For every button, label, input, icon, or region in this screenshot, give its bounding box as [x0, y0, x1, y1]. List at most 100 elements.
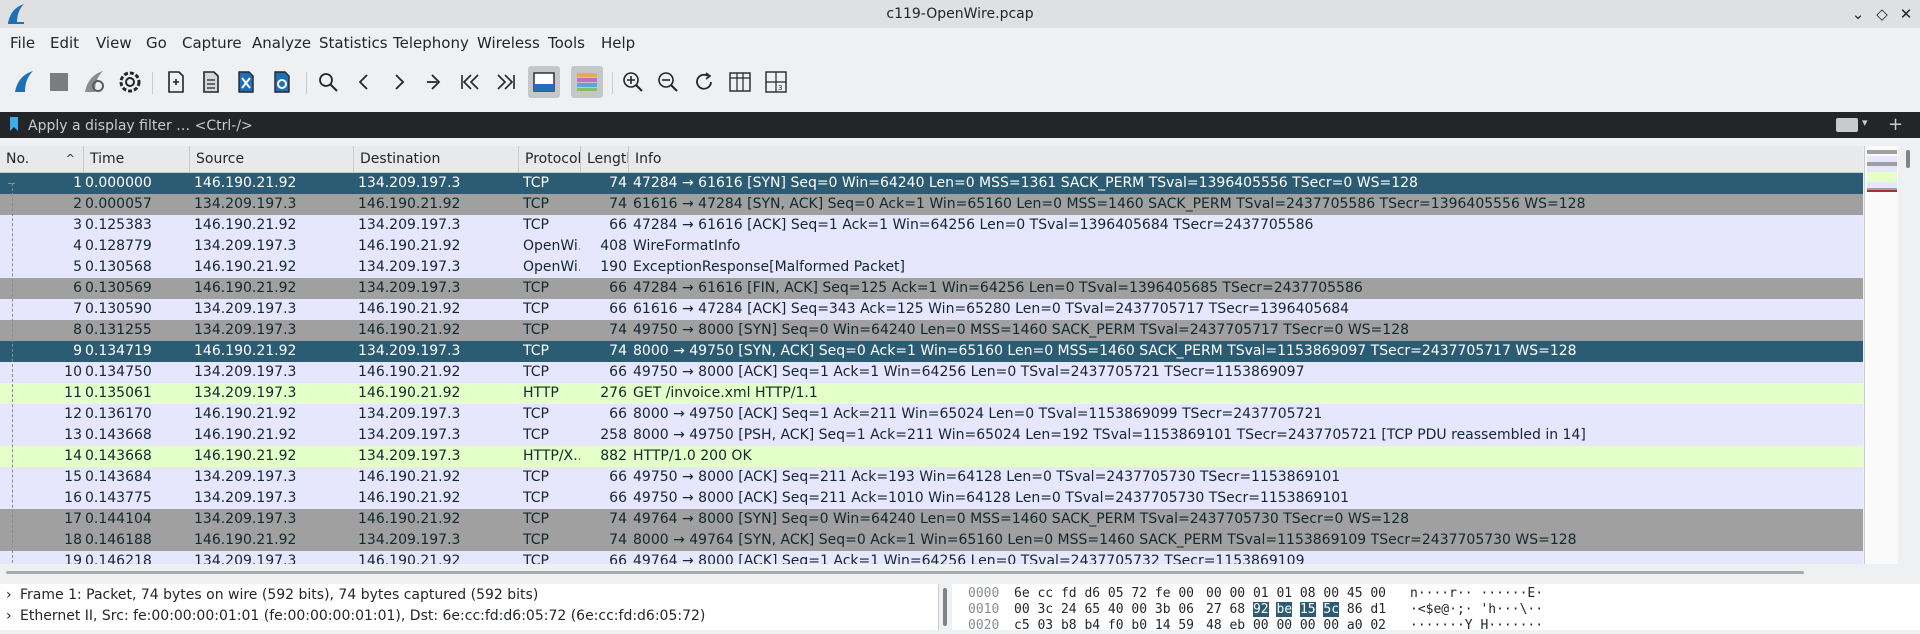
menu-go[interactable]: Go — [146, 34, 167, 52]
packet-cell-len: 66 — [609, 406, 627, 422]
packet-row[interactable]: 12 0.136170 146.190.21.92 134.209.197.3 TCP 6… — [0, 404, 1863, 425]
packet-cell-time: 0.128779 — [85, 238, 152, 254]
packet-cell-proto: OpenWi… — [523, 238, 580, 254]
column-source[interactable]: Source — [190, 146, 354, 172]
packet-list-vertical-scrollbar[interactable] — [1898, 146, 1920, 564]
bytes-row[interactable]: 0000 6e cc fd d6 05 72 fe 00 00 00 01 01 0… — [952, 586, 1912, 602]
details-vertical-scrollbar[interactable] — [939, 584, 951, 630]
menu-telephony[interactable]: Telephony — [393, 34, 469, 52]
packet-row[interactable]: 3 0.125383 146.190.21.92 134.209.197.3 TCP 66… — [0, 215, 1863, 236]
packet-cell-dst: 146.190.21.92 — [358, 511, 461, 527]
packet-cell-time: 0.143668 — [85, 448, 152, 464]
menu-statistics[interactable]: Statistics — [319, 34, 388, 52]
resize-columns-icon[interactable] — [724, 66, 756, 98]
packet-row[interactable]: 9 0.134719 146.190.21.92 134.209.197.3 TCP 74… — [0, 341, 1863, 362]
menu-analyze[interactable]: Analyze — [252, 34, 311, 52]
display-filter-bar: ▾ + — [0, 112, 1920, 138]
filter-history-chevron-down-icon[interactable]: ▾ — [1862, 116, 1868, 129]
packet-list-horizontal-scrollbar[interactable] — [0, 564, 1863, 578]
packet-cell-no: 11 — [64, 385, 82, 401]
detail-ethernet[interactable]: › Ethernet II, Src: fe:00:00:00:01:01 (fe… — [6, 608, 705, 628]
display-filter-input[interactable] — [26, 114, 1820, 138]
menu-capture[interactable]: Capture — [182, 34, 242, 52]
packet-cell-no: 9 — [73, 343, 82, 359]
packet-cell-src: 146.190.21.92 — [194, 343, 297, 359]
packet-row[interactable]: 16 0.143775 134.209.197.3 146.190.21.92 TCP 6… — [0, 488, 1863, 509]
close-file-icon[interactable] — [230, 66, 262, 98]
menu-view[interactable]: View — [96, 34, 132, 52]
column-time[interactable]: Time — [84, 146, 190, 172]
detail-frame[interactable]: › Frame 1: Packet, 74 bytes on wire (592 … — [6, 587, 538, 607]
first-packet-icon[interactable] — [454, 66, 486, 98]
packet-cell-no: 19 — [64, 553, 82, 564]
column-info[interactable]: Info — [629, 146, 1863, 172]
add-filter-button-plus-icon[interactable]: + — [1888, 114, 1903, 135]
menu-edit[interactable]: Edit — [50, 34, 79, 52]
packet-cell-len: 190 — [600, 259, 627, 275]
packet-row[interactable]: 15 0.143684 134.209.197.3 146.190.21.92 TCP 6… — [0, 467, 1863, 488]
menu-help[interactable]: Help — [601, 34, 635, 52]
packet-cell-proto: TCP — [523, 217, 549, 233]
bytes-hex-right: 48 eb 00 00 00 00 a0 02 — [1206, 618, 1387, 633]
column-length[interactable]: Lengtl — [581, 146, 629, 172]
autoscroll-icon[interactable] — [528, 66, 560, 98]
colorize-icon[interactable] — [571, 66, 603, 98]
go-forward-icon[interactable] — [383, 66, 415, 98]
packet-cell-proto: TCP — [523, 406, 549, 422]
packet-row[interactable]: 2 0.000057 134.209.197.3 146.190.21.92 TCP 74… — [0, 194, 1863, 215]
menu-bar: File Edit View Go Capture Analyze Statis… — [0, 28, 1920, 58]
packet-row[interactable]: 5 0.130568 146.190.21.92 134.209.197.3 OpenW… — [0, 257, 1863, 278]
bytes-row[interactable]: 0020 c5 03 b8 b4 f0 b0 14 59 48 eb 00 00 0… — [952, 618, 1912, 634]
packet-row[interactable]: 18 0.146188 146.190.21.92 134.209.197.3 TCP 7… — [0, 530, 1863, 551]
packet-cell-proto: HTTP/X… — [523, 448, 580, 464]
packet-row[interactable]: 4 0.128779 134.209.197.3 146.190.21.92 OpenW… — [0, 236, 1863, 257]
save-file-icon[interactable] — [195, 66, 227, 98]
packet-row[interactable]: 14 0.143668 146.190.21.92 134.209.197.3 HTTP… — [0, 446, 1863, 467]
zoom-in-icon[interactable] — [617, 66, 649, 98]
packet-row[interactable]: 10 0.134750 134.209.197.3 146.190.21.92 TCP 6… — [0, 362, 1863, 383]
menu-file[interactable]: File — [10, 34, 35, 52]
layout-panes-icon[interactable]: 3 — [760, 66, 792, 98]
last-packet-icon[interactable] — [490, 66, 522, 98]
normal-size-icon[interactable] — [688, 66, 720, 98]
packet-row[interactable]: 6 0.130569 146.190.21.92 134.209.197.3 TCP 66… — [0, 278, 1863, 299]
find-packet-icon[interactable] — [312, 66, 344, 98]
bytes-hex-left: 00 3c 24 65 40 00 3b 06 — [1014, 602, 1195, 617]
packet-row[interactable]: 7 0.130590 134.209.197.3 146.190.21.92 TCP 66… — [0, 299, 1863, 320]
start-capture-icon[interactable] — [8, 66, 40, 98]
menu-wireless[interactable]: Wireless — [477, 34, 540, 52]
packet-row[interactable]: 17 0.144104 134.209.197.3 146.190.21.92 TCP 7… — [0, 509, 1863, 530]
close-icon[interactable]: ✕ — [1896, 4, 1916, 24]
minimize-icon[interactable]: ⌄ — [1848, 4, 1868, 24]
restart-capture-icon[interactable] — [78, 66, 110, 98]
packet-row[interactable]: 8 0.131255 134.209.197.3 146.190.21.92 TCP 74… — [0, 320, 1863, 341]
packet-row[interactable]: 1 0.000000 146.190.21.92 134.209.197.3 TCP 74… — [0, 173, 1863, 194]
go-to-packet-icon[interactable] — [418, 66, 450, 98]
packet-cell-time: 0.125383 — [85, 217, 152, 233]
packet-minimap[interactable] — [1864, 146, 1899, 564]
bytes-row[interactable]: 0010 00 3c 24 65 40 00 3b 06 27 68 92 be 1… — [952, 602, 1912, 618]
menu-tools[interactable]: Tools — [548, 34, 585, 52]
packet-cell-proto: TCP — [523, 343, 549, 359]
packet-row[interactable]: 13 0.143668 146.190.21.92 134.209.197.3 TCP 2… — [0, 425, 1863, 446]
packet-row[interactable]: 19 0.146218 134.209.197.3 146.190.21.92 TCP 6… — [0, 551, 1863, 564]
maximize-icon[interactable]: ◇ — [1872, 4, 1892, 24]
capture-options-gear-icon[interactable] — [114, 66, 146, 98]
go-back-icon[interactable] — [348, 66, 380, 98]
column-no[interactable]: No. ^ — [0, 146, 84, 172]
column-protocol[interactable]: Protocol — [519, 146, 581, 172]
apply-filter-arrow-icon[interactable] — [1836, 118, 1858, 132]
chevron-right-icon[interactable]: › — [6, 587, 20, 603]
packet-cell-dst: 146.190.21.92 — [358, 364, 461, 380]
reload-file-icon[interactable] — [266, 66, 298, 98]
packet-cell-time: 0.134750 — [85, 364, 152, 380]
bookmark-icon[interactable] — [10, 117, 18, 131]
packet-cell-dst: 134.209.197.3 — [358, 406, 461, 422]
packet-cell-no: 10 — [64, 364, 82, 380]
packet-row[interactable]: 11 0.135061 134.209.197.3 146.190.21.92 HTTP… — [0, 383, 1863, 404]
zoom-out-icon[interactable] — [652, 66, 684, 98]
chevron-right-icon[interactable]: › — [6, 608, 20, 624]
open-file-icon[interactable] — [160, 66, 192, 98]
stop-capture-icon[interactable] — [43, 66, 75, 98]
column-destination[interactable]: Destination — [354, 146, 519, 172]
